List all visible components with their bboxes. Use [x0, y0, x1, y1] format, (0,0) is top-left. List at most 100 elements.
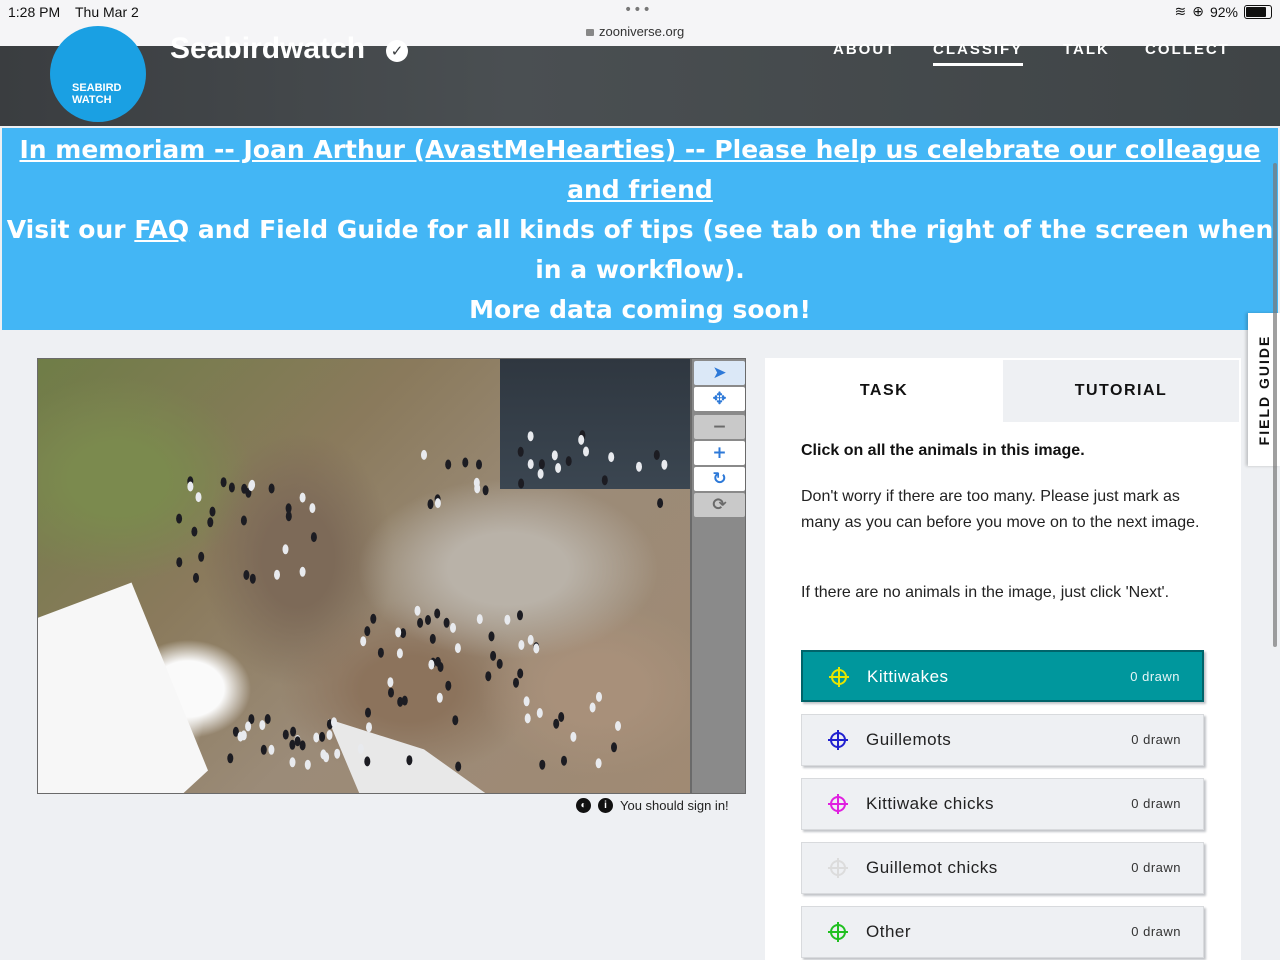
project-title[interactable]: Seabirdwatch — [170, 32, 365, 66]
visit-prefix: Visit our — [6, 215, 135, 244]
bird-mark — [364, 626, 371, 637]
choice-count: 0 drawn — [1131, 924, 1181, 939]
bird-mark — [195, 492, 202, 503]
bird-mark — [331, 717, 337, 728]
bird-mark — [396, 648, 403, 659]
bird-mark — [523, 696, 530, 707]
choice-other[interactable]: Other 0 drawn — [801, 906, 1204, 958]
reset-icon[interactable]: ⟳ — [694, 493, 745, 517]
choice-kittiwakes[interactable]: Kittiwakes 0 drawn — [801, 650, 1204, 702]
bird-mark — [428, 659, 435, 670]
url-bar[interactable]: zooniverse.org — [586, 24, 684, 39]
choice-guillemot-chicks[interactable]: Guillemot chicks 0 drawn — [801, 842, 1204, 894]
bird-mark — [517, 446, 524, 457]
bird-mark — [406, 755, 413, 766]
info-icon[interactable]: i — [598, 798, 613, 813]
bird-mark — [326, 730, 333, 740]
nav-classify[interactable]: CLASSIFY — [933, 41, 1024, 66]
bird-mark — [455, 761, 462, 772]
bird-mark — [176, 513, 183, 524]
bird-mark — [198, 551, 205, 562]
memoriam-link[interactable]: In memoriam -- Joan Arthur (AvastMeHeart… — [19, 135, 1260, 204]
zoom-out-icon[interactable]: − — [694, 415, 745, 439]
date: Thu Mar 2 — [75, 4, 139, 20]
bird-mark — [443, 617, 450, 628]
announcement-banner: In memoriam -- Joan Arthur (AvastMeHeart… — [2, 128, 1278, 330]
bird-mark — [653, 450, 660, 460]
bird-mark — [243, 570, 250, 580]
bird-mark — [539, 759, 546, 770]
bird-mark — [434, 608, 441, 619]
faq-link[interactable]: FAQ — [134, 215, 189, 244]
bird-mark — [248, 481, 255, 492]
task-panel: TASK TUTORIAL Click on all the animals i… — [765, 358, 1241, 960]
bird-mark — [209, 506, 216, 517]
bird-mark — [476, 614, 483, 625]
nav-talk[interactable]: TALK — [1063, 41, 1110, 58]
invert-icon[interactable]: ◐ — [576, 798, 591, 813]
project-logo[interactable]: SEABIRD WATCH — [50, 26, 146, 122]
zoom-in-icon[interactable]: + — [694, 441, 745, 465]
status-icons: ≋ ⊕ 92% — [1174, 3, 1272, 20]
sign-in-notice[interactable]: You should sign in! — [620, 798, 729, 813]
bird-mark — [299, 566, 306, 577]
choice-kittiwake-chicks[interactable]: Kittiwake chicks 0 drawn — [801, 778, 1204, 830]
bird-mark — [462, 457, 469, 468]
bird-mark — [551, 450, 558, 461]
orientation-lock-icon: ⊕ — [1192, 3, 1204, 19]
bird-mark — [370, 613, 377, 624]
bird-mark — [555, 463, 562, 473]
choice-guillemots[interactable]: Guillemots 0 drawn — [801, 714, 1204, 766]
bird-mark — [228, 482, 235, 493]
tab-tutorial[interactable]: TUTORIAL — [1003, 360, 1239, 422]
bird-mark — [289, 757, 296, 768]
nav-collect[interactable]: COLLECT — [1145, 41, 1230, 58]
bird-mark — [450, 622, 456, 633]
logo-text: SEABIRD WATCH — [72, 82, 122, 106]
bird-mark — [452, 715, 459, 726]
bird-mark — [191, 526, 198, 537]
pointer-icon[interactable]: ➤ — [694, 361, 745, 385]
bird-mark — [365, 707, 371, 718]
nav-about[interactable]: ABOUT — [833, 41, 896, 58]
bird-mark — [377, 647, 384, 658]
bird-mark — [364, 756, 371, 767]
bird-mark — [294, 736, 301, 747]
battery-icon — [1244, 4, 1272, 19]
bird-mark — [496, 658, 503, 669]
bird-mark — [417, 617, 424, 628]
tab-task[interactable]: TASK — [765, 360, 1003, 422]
more-dots-icon[interactable]: ••• — [624, 2, 652, 18]
bird-mark — [310, 532, 317, 543]
bird-mark — [589, 702, 596, 713]
subject-image[interactable] — [37, 358, 691, 794]
bird-mark — [425, 615, 431, 625]
rotate-icon[interactable]: ↻ — [694, 467, 745, 491]
bird-mark — [533, 643, 540, 654]
bird-mark — [366, 722, 372, 733]
bird-mark — [259, 720, 266, 731]
kittiwake-chick-marker-icon — [828, 794, 848, 814]
field-guide-label: FIELD GUIDE — [1256, 334, 1272, 445]
choice-count: 0 drawn — [1131, 732, 1181, 747]
bird-mark — [401, 695, 408, 706]
viewer-toolbar: ➤ ✥ − + ↻ ⟳ — [691, 358, 746, 794]
page-scrollbar[interactable] — [1273, 163, 1277, 647]
bird-mark — [513, 677, 519, 688]
choice-label: Guillemot chicks — [866, 858, 998, 877]
bird-mark — [289, 739, 296, 750]
move-icon[interactable]: ✥ — [694, 387, 745, 411]
wifi-icon: ≋ — [1174, 3, 1187, 19]
bird-mark — [264, 714, 271, 724]
bird-mark — [490, 650, 497, 661]
bird-mark — [596, 691, 602, 702]
bird-mark — [387, 677, 394, 688]
bird-mark — [565, 456, 572, 467]
bird-mark — [334, 748, 341, 759]
bird-mark — [488, 631, 495, 642]
bird-mark — [454, 643, 461, 654]
bird-mark — [517, 668, 524, 679]
bird-mark — [395, 627, 402, 638]
bird-mark — [193, 572, 199, 583]
choice-count: 0 drawn — [1131, 796, 1181, 811]
